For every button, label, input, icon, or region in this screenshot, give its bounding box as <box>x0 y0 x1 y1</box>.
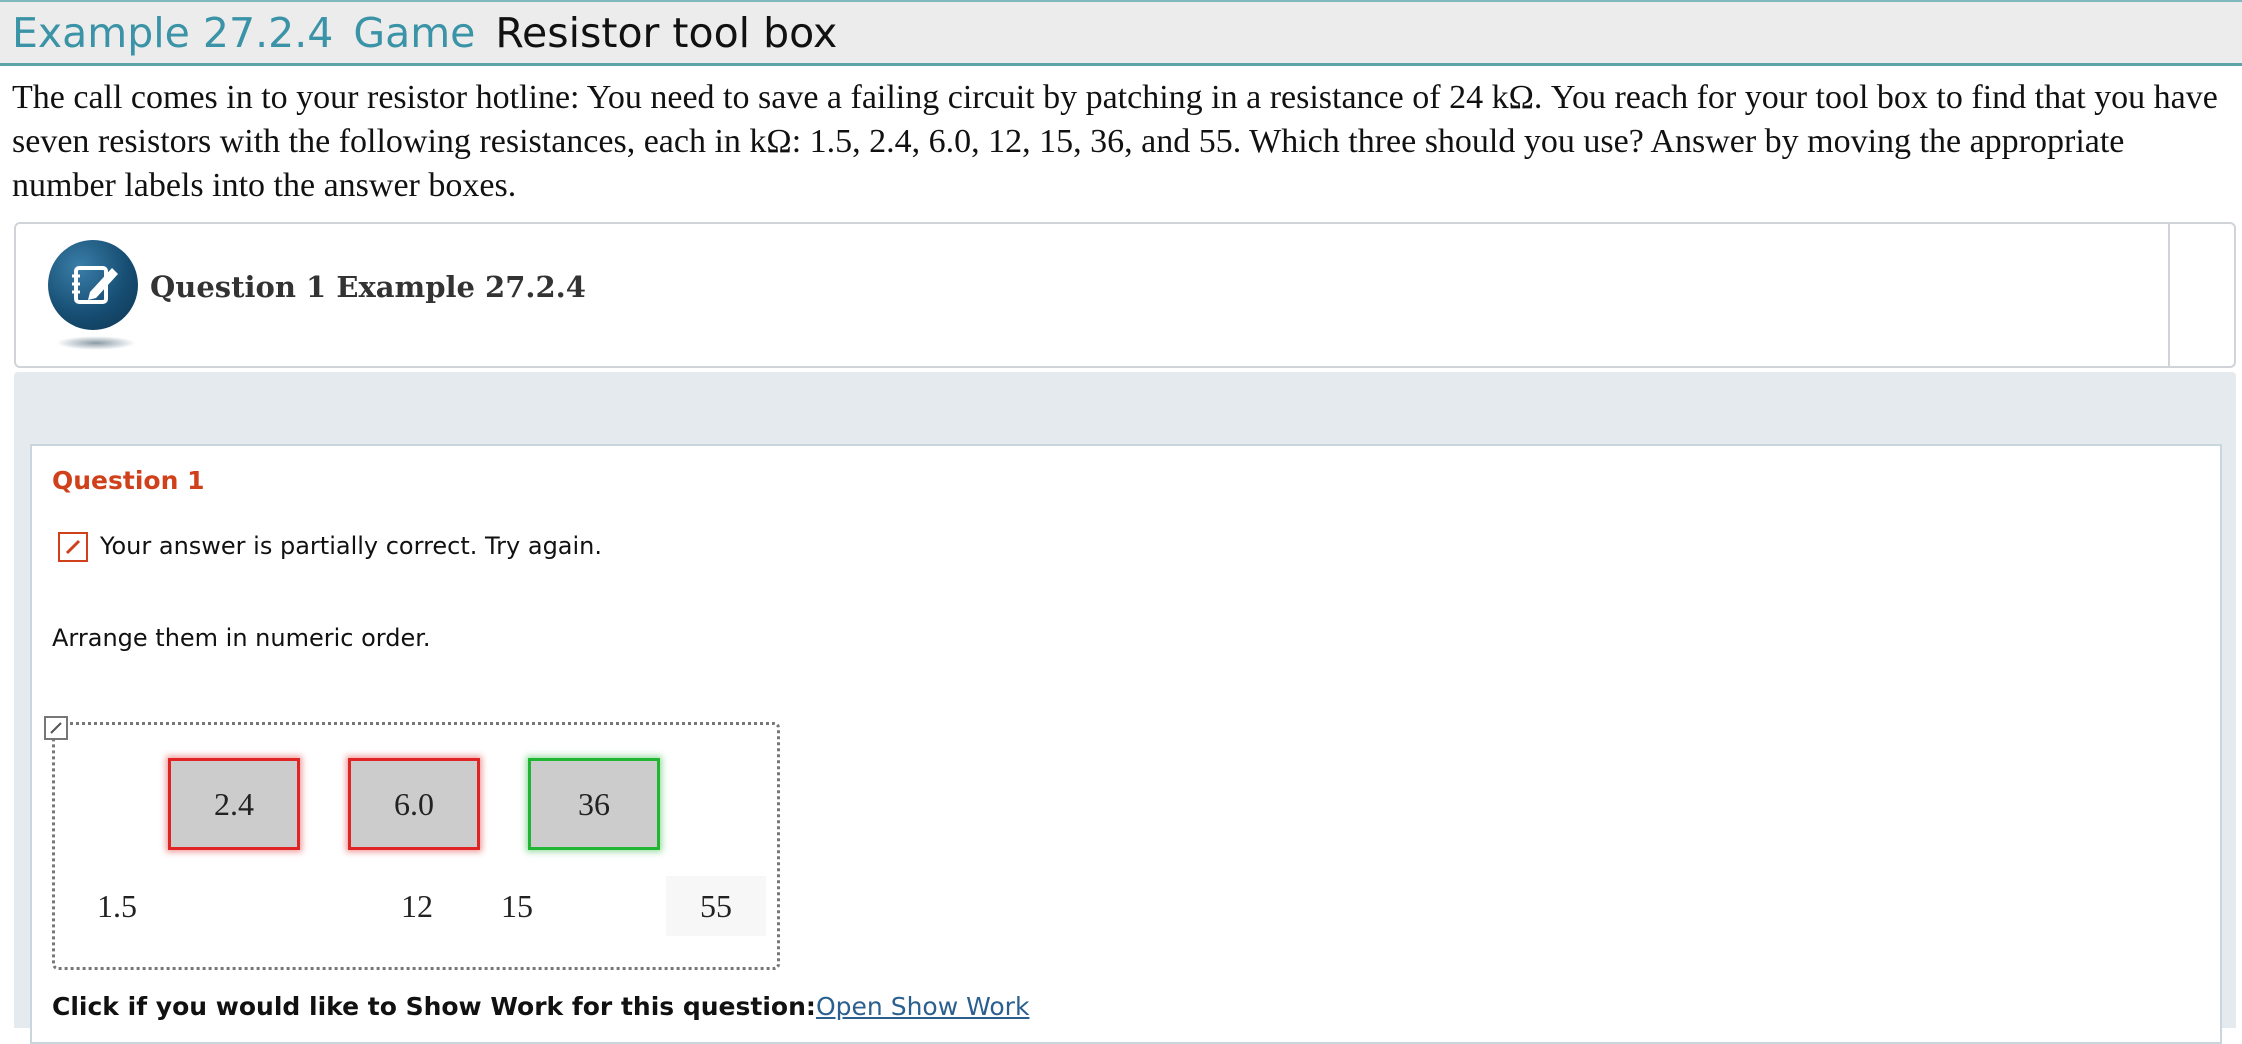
draggable-label-15[interactable]: 15 <box>482 876 552 936</box>
answer-box-3[interactable]: 36 <box>528 758 660 850</box>
example-title: Resistor tool box <box>495 8 838 57</box>
question-header-title: Question 1 Example 27.2.4 <box>150 270 586 304</box>
answer-box-value: 36 <box>578 785 610 822</box>
partially-correct-pencil-icon <box>58 532 88 562</box>
draggable-label-12[interactable]: 12 <box>382 876 452 936</box>
example-number: Example 27.2.4 <box>12 8 334 57</box>
draggable-label-55[interactable]: 55 <box>666 876 766 936</box>
answer-box-value: 2.4 <box>214 785 254 822</box>
question-header: Question 1 Example 27.2.4 <box>14 222 2236 368</box>
show-work-prompt: Click if you would like to Show Work for… <box>52 992 816 1021</box>
answer-box-2[interactable]: 6.0 <box>348 758 480 850</box>
draggable-label-1-5[interactable]: 1.5 <box>82 876 152 936</box>
instruction-text: Arrange them in numeric order. <box>52 624 431 652</box>
icon-shadow <box>56 336 136 350</box>
open-show-work-link[interactable]: Open Show Work <box>816 992 1029 1021</box>
question-toolbar <box>14 372 2236 428</box>
title-bar: Example 27.2.4 Game Resistor tool box <box>0 0 2242 66</box>
feedback-message: Your answer is partially correct. Try ag… <box>100 532 603 560</box>
header-divider <box>2168 224 2170 366</box>
notepad-pencil-icon <box>48 240 138 330</box>
question-label: Question 1 <box>52 466 205 495</box>
example-type: Game <box>353 8 476 57</box>
problem-statement: The call comes in to your resistor hotli… <box>12 79 2218 204</box>
edit-pencil-icon[interactable] <box>44 716 68 740</box>
answer-box-value: 6.0 <box>394 785 434 822</box>
answer-box-1[interactable]: 2.4 <box>168 758 300 850</box>
